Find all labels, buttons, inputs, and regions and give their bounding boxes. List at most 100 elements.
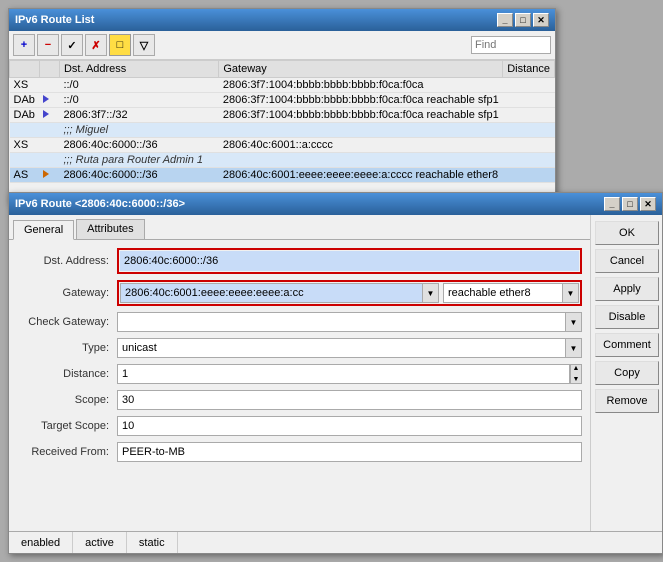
route-list-window: IPv6 Route List _ □ ✕ + − ✓ ✗ □ ▽ Dst. A… bbox=[8, 8, 556, 204]
detail-title: IPv6 Route <2806:40c:6000::/36> bbox=[15, 198, 185, 210]
filter-button[interactable]: ▽ bbox=[133, 34, 155, 56]
detail-title-buttons: _ □ ✕ bbox=[604, 197, 656, 211]
row-dist bbox=[503, 93, 555, 108]
tab-general[interactable]: General bbox=[13, 220, 74, 240]
section-label bbox=[10, 153, 40, 168]
cross-button[interactable]: ✗ bbox=[85, 34, 107, 56]
distance-down-btn[interactable]: ▼ bbox=[571, 376, 581, 383]
gateway-input[interactable] bbox=[120, 283, 423, 303]
check-gateway-input[interactable] bbox=[117, 312, 566, 332]
table-row-selected[interactable]: AS 2806:40c:6000::/36 2806:40c:6001:eeee… bbox=[10, 168, 555, 183]
status-active: active bbox=[73, 532, 127, 553]
remove-button[interactable]: − bbox=[37, 34, 59, 56]
target-scope-label: Target Scope: bbox=[17, 420, 117, 432]
row-dist bbox=[503, 138, 555, 153]
tab-bar: General Attributes bbox=[9, 215, 590, 240]
check-gateway-dropdown-btn[interactable]: ▼ bbox=[566, 312, 582, 332]
row-dist bbox=[503, 168, 555, 183]
row-type: DAb bbox=[10, 93, 40, 108]
copy-button[interactable]: Copy bbox=[595, 361, 659, 385]
gateway-label: Gateway: bbox=[17, 287, 117, 299]
distance-label: Distance: bbox=[17, 368, 117, 380]
status-static: static bbox=[127, 532, 178, 553]
dst-address-row: Dst. Address: bbox=[17, 248, 582, 274]
dst-address-label: Dst. Address: bbox=[17, 255, 117, 267]
section-label bbox=[10, 123, 40, 138]
table-section-row: ;;; Ruta para Router Admin 1 bbox=[10, 153, 555, 168]
form-area: Dst. Address: Gateway: ▼ ▼ bbox=[9, 240, 590, 553]
copy-button[interactable]: □ bbox=[109, 34, 131, 56]
row-dst: 2806:40c:6000::/36 bbox=[59, 168, 218, 183]
row-dist bbox=[503, 108, 555, 123]
route-detail-window: IPv6 Route <2806:40c:6000::/36> _ □ ✕ Ge… bbox=[8, 192, 663, 554]
reachable-dropdown-btn[interactable]: ▼ bbox=[563, 283, 579, 303]
type-input[interactable] bbox=[117, 338, 566, 358]
row-gw: 2806:3f7:1004:bbbb:bbbb:bbbb:f0ca:f0ca r… bbox=[219, 93, 503, 108]
row-gw: 2806:40c:6001::a:cccc bbox=[219, 138, 503, 153]
row-dst: ::/0 bbox=[59, 93, 218, 108]
dst-address-input[interactable] bbox=[120, 251, 579, 271]
add-button[interactable]: + bbox=[13, 34, 35, 56]
row-flag bbox=[39, 93, 59, 108]
row-flag bbox=[39, 108, 59, 123]
ok-button[interactable]: OK bbox=[595, 221, 659, 245]
status-enabled: enabled bbox=[9, 532, 73, 553]
col-flags-header bbox=[39, 61, 59, 78]
received-from-input[interactable] bbox=[117, 442, 582, 462]
table-row[interactable]: DAb ::/0 2806:3f7:1004:bbbb:bbbb:bbbb:f0… bbox=[10, 93, 555, 108]
section-text: ;;; Miguel bbox=[59, 123, 554, 138]
tab-attributes[interactable]: Attributes bbox=[76, 219, 144, 239]
target-scope-input[interactable] bbox=[117, 416, 582, 436]
table-section-row: ;;; Miguel bbox=[10, 123, 555, 138]
status-bar: enabled active static bbox=[9, 531, 662, 553]
row-dst: 2806:3f7::/32 bbox=[59, 108, 218, 123]
row-gw: 2806:3f7:1004:bbbb:bbbb:bbbb:f0ca:f0ca bbox=[219, 78, 503, 93]
col-dst-header[interactable]: Dst. Address bbox=[59, 61, 218, 78]
disable-button[interactable]: Disable bbox=[595, 305, 659, 329]
distance-row: Distance: ▲ ▼ bbox=[17, 364, 582, 384]
gateway-reachable-input[interactable] bbox=[443, 283, 563, 303]
row-type: AS bbox=[10, 168, 40, 183]
title-bar-buttons: _ □ ✕ bbox=[497, 13, 549, 27]
comment-button[interactable]: Comment bbox=[595, 333, 659, 357]
close-button[interactable]: ✕ bbox=[533, 13, 549, 27]
find-input[interactable] bbox=[471, 36, 551, 54]
received-from-row: Received From: bbox=[17, 442, 582, 462]
target-scope-row: Target Scope: bbox=[17, 416, 582, 436]
detail-close-button[interactable]: ✕ bbox=[640, 197, 656, 211]
section-flag bbox=[39, 123, 59, 138]
distance-up-btn[interactable]: ▲ bbox=[571, 365, 581, 372]
row-flag bbox=[39, 168, 59, 183]
table-row[interactable]: XS 2806:40c:6000::/36 2806:40c:6001::a:c… bbox=[10, 138, 555, 153]
row-gw: 2806:40c:6001:eeee:eeee:eeee:a:cccc reac… bbox=[219, 168, 503, 183]
minimize-button[interactable]: _ bbox=[497, 13, 513, 27]
route-table: Dst. Address Gateway Distance XS ::/0 28… bbox=[9, 60, 555, 183]
row-type: DAb bbox=[10, 108, 40, 123]
scope-row: Scope: bbox=[17, 390, 582, 410]
type-dropdown-btn[interactable]: ▼ bbox=[566, 338, 582, 358]
cancel-button[interactable]: Cancel bbox=[595, 249, 659, 273]
table-row[interactable]: DAb 2806:3f7::/32 2806:3f7:1004:bbbb:bbb… bbox=[10, 108, 555, 123]
list-toolbar: + − ✓ ✗ □ ▽ bbox=[9, 31, 555, 60]
distance-input[interactable] bbox=[117, 364, 570, 384]
maximize-button[interactable]: □ bbox=[515, 13, 531, 27]
route-table-container[interactable]: Dst. Address Gateway Distance XS ::/0 28… bbox=[9, 60, 555, 202]
gateway-dropdown-btn[interactable]: ▼ bbox=[423, 283, 439, 303]
scope-input[interactable] bbox=[117, 390, 582, 410]
check-button[interactable]: ✓ bbox=[61, 34, 83, 56]
sidebar-buttons: OK Cancel Apply Disable Comment Copy Rem… bbox=[590, 215, 662, 553]
row-flag bbox=[39, 78, 59, 93]
row-dist bbox=[503, 78, 555, 93]
detail-minimize-button[interactable]: _ bbox=[604, 197, 620, 211]
route-list-title: IPv6 Route List bbox=[15, 14, 94, 26]
section-flag bbox=[39, 153, 59, 168]
scope-label: Scope: bbox=[17, 394, 117, 406]
apply-button[interactable]: Apply bbox=[595, 277, 659, 301]
gateway-row: Gateway: ▼ ▼ bbox=[17, 280, 582, 306]
col-gw-header[interactable]: Gateway bbox=[219, 61, 503, 78]
remove-button[interactable]: Remove bbox=[595, 389, 659, 413]
table-row[interactable]: XS ::/0 2806:3f7:1004:bbbb:bbbb:bbbb:f0c… bbox=[10, 78, 555, 93]
col-dist-header[interactable]: Distance bbox=[503, 61, 555, 78]
check-gateway-label: Check Gateway: bbox=[17, 316, 117, 328]
detail-maximize-button[interactable]: □ bbox=[622, 197, 638, 211]
